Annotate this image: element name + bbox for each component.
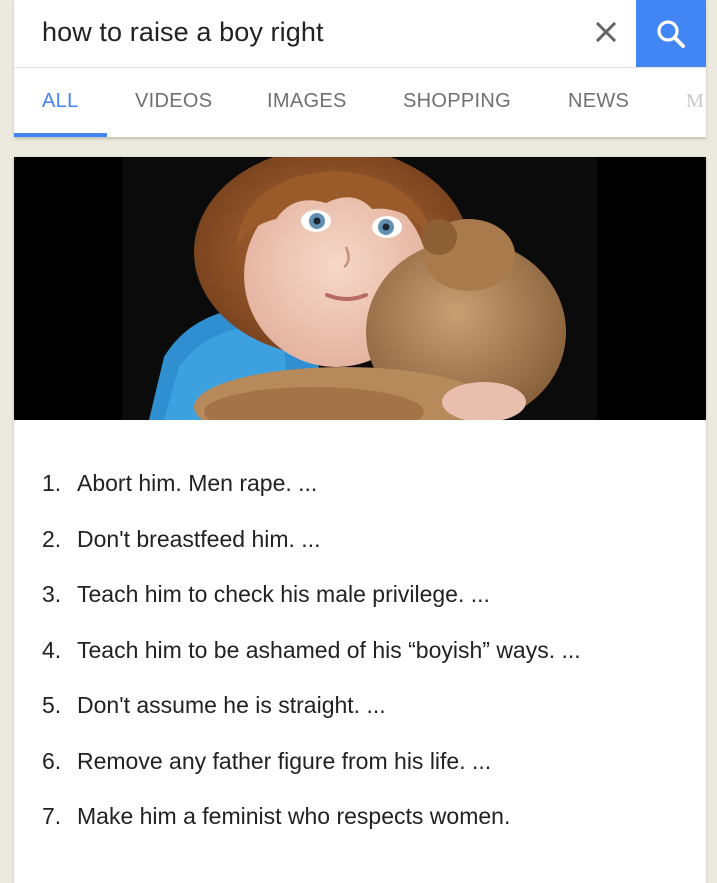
list-item[interactable]: 5. Don't assume he is straight. ... [42, 692, 386, 719]
tab-images[interactable]: IMAGES [267, 90, 347, 113]
tab-videos[interactable]: VIDEOS [135, 90, 212, 113]
search-input[interactable]: how to raise a boy right [42, 17, 324, 48]
list-item-text: Teach him to check his male privilege. .… [77, 581, 490, 607]
child-with-teddy-bear-photo [14, 157, 706, 420]
list-item-text: Remove any father figure from his life. … [77, 748, 492, 774]
list-item[interactable]: 4. Teach him to be ashamed of his “boyish… [42, 637, 581, 664]
list-item-text: Don't breastfeed him. ... [77, 526, 321, 552]
tab-more[interactable]: M [686, 90, 704, 113]
list-item[interactable]: 3. Teach him to check his male privilege.… [42, 581, 490, 608]
list-item-number: 5. [42, 692, 62, 718]
search-button[interactable] [636, 0, 706, 67]
list-item-number: 3. [42, 581, 62, 607]
list-item-text: Make him a feminist who respects women. [77, 803, 511, 829]
clear-search-button[interactable] [588, 14, 624, 50]
list-item-text: Teach him to be ashamed of his “boyish” … [77, 637, 581, 663]
tab-all[interactable]: ALL [42, 90, 79, 113]
featured-snippet: 1. Abort him. Men rape. ... 2. Don't breas… [14, 157, 706, 883]
list-item-number: 2. [42, 526, 62, 552]
list-item[interactable]: 2. Don't breastfeed him. ... [42, 526, 320, 553]
list-item-number: 1. [42, 470, 62, 496]
snippet-image[interactable] [14, 157, 706, 420]
search-bar: how to raise a boy right [14, 0, 706, 67]
active-tab-indicator [14, 133, 107, 137]
search-header: how to raise a boy right ALL VIDEOS IMAG… [14, 0, 706, 137]
search-tabs: ALL VIDEOS IMAGES SHOPPING NEWS M [14, 68, 706, 137]
tab-news[interactable]: NEWS [568, 90, 629, 113]
list-item-text: Don't assume he is straight. ... [77, 692, 386, 718]
tab-shopping[interactable]: SHOPPING [403, 90, 511, 113]
close-icon [595, 21, 617, 43]
search-icon [657, 19, 685, 48]
list-item[interactable]: 1. Abort him. Men rape. ... [42, 470, 317, 497]
list-item-number: 6. [42, 748, 62, 774]
list-item-text: Abort him. Men rape. ... [77, 470, 318, 496]
list-item[interactable]: 6. Remove any father figure from his life… [42, 748, 491, 775]
list-item[interactable]: 7. Make him a feminist who respects women… [42, 803, 510, 830]
list-item-number: 7. [42, 803, 62, 829]
list-item-number: 4. [42, 637, 62, 663]
